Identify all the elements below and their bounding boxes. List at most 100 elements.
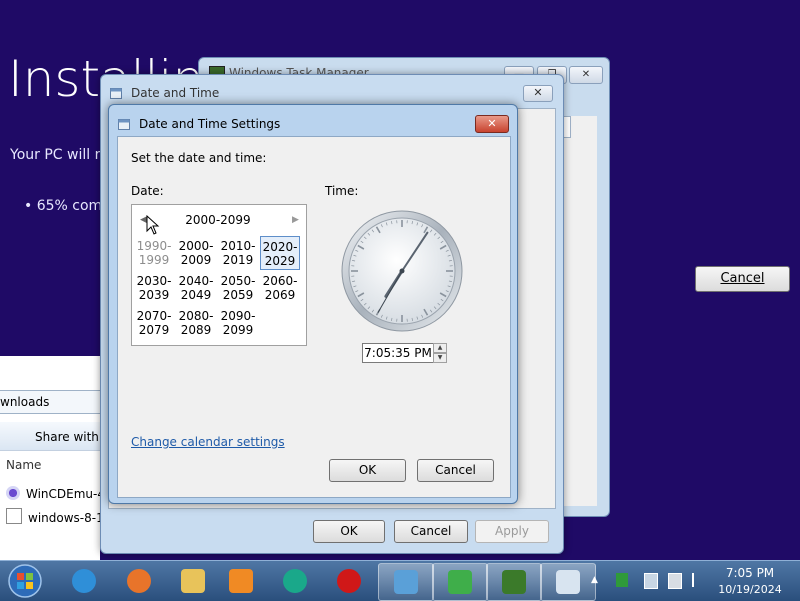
taskbar-app-button[interactable]	[57, 563, 111, 599]
decade-start: 2040-	[176, 274, 216, 288]
mouse-cursor-icon	[146, 215, 160, 235]
file-row[interactable]: WinCDEmu-4	[6, 486, 105, 501]
dialog-title: Date and Time	[131, 86, 219, 100]
decade-start: 2060-	[260, 274, 300, 288]
decade-start: 1990-	[134, 239, 174, 253]
installer-icon	[448, 570, 472, 594]
taskbar-app-button[interactable]	[378, 563, 434, 601]
decade-cell[interactable]: 2050-2059	[218, 271, 258, 305]
decade-end: 2079	[134, 323, 174, 337]
installing-progress: • 65% com	[24, 198, 102, 214]
teal-app-icon	[283, 569, 307, 593]
taskbar-app-button[interactable]	[268, 563, 322, 599]
decade-cell[interactable]: 2090-2099	[218, 306, 258, 340]
settings-panel: Set the date and time: Date: Time: ◀ 200…	[117, 136, 511, 498]
decade-start: 2010-	[218, 239, 258, 253]
installing-subtitle: Your PC will re	[10, 147, 109, 163]
dialog-title: Date and Time Settings	[139, 117, 280, 131]
disc-app-icon	[6, 486, 20, 500]
decade-start: 2080-	[176, 309, 216, 323]
decade-cell[interactable]: 2000-2009	[176, 236, 216, 270]
decade-end: 2019	[218, 253, 258, 267]
folder-icon	[181, 569, 205, 593]
control-panel-icon	[394, 570, 418, 594]
decade-cell[interactable]: 1990-1999	[134, 236, 174, 270]
volume-muted-icon[interactable]	[668, 573, 682, 589]
decade-end: 2069	[260, 288, 300, 302]
instruction-text: Set the date and time:	[131, 151, 266, 165]
taskbar-app-button[interactable]	[540, 563, 596, 601]
calendar-next-button[interactable]: ▶	[292, 215, 299, 225]
taskbar-app-button[interactable]	[432, 563, 488, 601]
decade-cell[interactable]: 2070-2079	[134, 306, 174, 340]
time-spinner[interactable]: ▲ ▼	[433, 343, 447, 363]
spin-down-icon[interactable]: ▼	[433, 353, 447, 363]
decade-start: 2050-	[218, 274, 258, 288]
date-time-settings-dialog[interactable]: Date and Time Settings ✕ Set the date an…	[108, 104, 518, 504]
apply-button[interactable]: Apply	[475, 520, 549, 543]
file-row[interactable]: windows-8-1-	[6, 508, 108, 525]
time-label: Time:	[325, 184, 358, 198]
spin-up-icon[interactable]: ▲	[433, 343, 447, 353]
start-button[interactable]	[6, 563, 44, 599]
cancel-button[interactable]: Cancel	[394, 520, 468, 543]
tray-app-icon[interactable]	[616, 573, 628, 587]
decade-cell[interactable]: 2080-2089	[176, 306, 216, 340]
task-manager-icon	[502, 570, 526, 594]
installer-cancel-button[interactable]: Cancel	[695, 266, 790, 292]
share-with-button[interactable]: Share with ▾	[35, 430, 109, 444]
calendar-clock-icon	[110, 86, 124, 99]
firefox-icon	[127, 569, 151, 593]
decade-end: 2009	[176, 253, 216, 267]
decade-end: 1999	[134, 253, 174, 267]
time-input[interactable]: 7:05:35 PM	[362, 343, 434, 363]
taskbar: ▲ 7:05 PM 10/19/2024	[0, 560, 800, 601]
decade-end: 2099	[218, 323, 258, 337]
analog-clock	[340, 209, 464, 333]
action-center-flag-icon[interactable]	[692, 573, 704, 587]
decade-cell[interactable]: 2020-2029	[260, 236, 300, 270]
decade-cell[interactable]: 2060-2069	[260, 271, 300, 305]
taskbar-date[interactable]: 10/19/2024	[712, 583, 788, 596]
decade-end: 2059	[218, 288, 258, 302]
calendar-header[interactable]: 2000-2099	[162, 213, 274, 227]
progress-text: 65% com	[37, 198, 102, 214]
column-header-name[interactable]: Name	[6, 458, 41, 472]
decade-cell[interactable]: 2040-2049	[176, 271, 216, 305]
taskbar-app-button[interactable]	[322, 563, 376, 599]
date-label: Date:	[131, 184, 164, 198]
opera-icon	[337, 569, 361, 593]
taskbar-app-button[interactable]	[486, 563, 542, 601]
decade-cell[interactable]: 2010-2019	[218, 236, 258, 270]
taskbar-time[interactable]: 7:05 PM	[712, 566, 788, 580]
installer-cancel-label: Cancel	[720, 271, 764, 286]
decade-end: 2089	[176, 323, 216, 337]
close-button[interactable]: ✕	[523, 85, 553, 102]
decade-start: 2000-	[176, 239, 216, 253]
decade-cell[interactable]: 2030-2039	[134, 271, 174, 305]
cancel-button[interactable]: Cancel	[417, 459, 494, 482]
media-player-icon	[229, 569, 253, 593]
change-calendar-settings-link[interactable]: Change calendar settings	[131, 435, 285, 449]
address-bar[interactable]: wnloads	[0, 390, 100, 414]
taskbar-app-button[interactable]	[166, 563, 220, 599]
ok-button[interactable]: OK	[313, 520, 385, 543]
decade-start: 2030-	[134, 274, 174, 288]
decade-end: 2039	[134, 288, 174, 302]
internet-explorer-icon	[72, 569, 96, 593]
calendar[interactable]: ◀ 2000-2099 ▶ 1990-19992000-20092010-201…	[131, 204, 307, 346]
decade-start: 2090-	[218, 309, 258, 323]
close-button[interactable]: ✕	[475, 115, 509, 133]
network-icon[interactable]	[644, 573, 658, 589]
taskbar-app-button[interactable]	[112, 563, 166, 599]
decade-start: 2070-	[134, 309, 174, 323]
decade-end: 2049	[176, 288, 216, 302]
taskbar-app-button[interactable]	[214, 563, 268, 599]
explorer-window[interactable]: wnloads Share with ▾ Name WinCDEmu-4 win…	[0, 356, 100, 560]
date-time-icon	[556, 570, 580, 594]
disc-image-icon	[6, 508, 22, 524]
ok-button[interactable]: OK	[329, 459, 406, 482]
close-button[interactable]: ✕	[569, 66, 603, 84]
tray-expand-icon[interactable]: ▲	[591, 575, 598, 585]
calendar-clock-icon	[118, 117, 132, 130]
